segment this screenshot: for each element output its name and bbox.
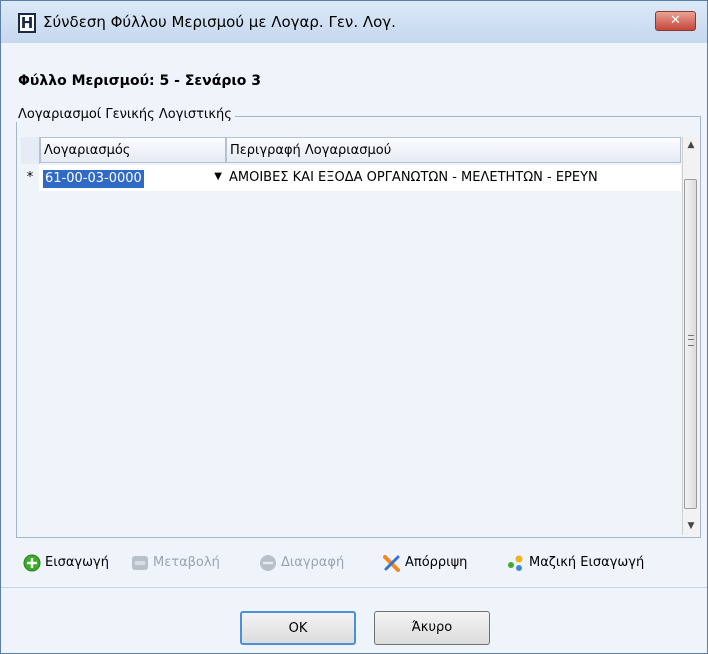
bulk-insert-label: Μαζική Εισαγωγή [529,555,645,570]
row-header-corner [21,137,40,164]
discard-label: Απόρριψη [405,555,468,570]
column-header-description[interactable]: Περιγραφή Λογαριασμού [226,137,681,163]
chevron-down-icon[interactable]: ▼ [214,171,222,182]
minus-circle-icon [260,555,276,571]
accounts-group-label: Λογαριασμοί Γενικής Λογιστικής [15,107,235,122]
grid-header: Λογαριασμός Περιγραφή Λογαριασμού [21,137,681,164]
scroll-grip-icon [688,335,694,346]
modify-label: Μεταβολή [153,555,220,570]
plus-circle-icon [23,554,41,572]
bulk-insert-icon [508,555,523,571]
page-heading: Φύλλο Μερισμού: 5 - Σενάριο 3 [18,73,262,89]
accounts-grid[interactable]: Λογαριασμός Περιγραφή Λογαριασμού * 61-0… [21,137,681,535]
ok-button[interactable]: OK [240,611,356,645]
app-icon: H [18,13,36,33]
delete-label: Διαγραφή [281,555,345,570]
cancel-button[interactable]: Άκυρο [374,611,490,645]
account-cell[interactable]: 61-00-03-0000 ▼ [40,165,226,191]
close-button[interactable]: ✕ [655,11,696,31]
column-header-account[interactable]: Λογαριασμός [40,137,226,163]
footer-divider [1,587,707,588]
description-cell[interactable]: ΑΜΟΙΒΕΣ ΚΑΙ ΕΞΟΔΑ ΟΡΓΑΝΩΤΩΝ - ΜΕΛΕΤΗΤΩΝ … [226,165,681,191]
edit-icon [132,556,148,570]
dialog-window: H Σύνδεση Φύλλου Μερισμού με Λογαρ. Γεν.… [0,0,708,654]
x-icon [383,555,400,572]
title-bar[interactable]: H Σύνδεση Φύλλου Μερισμού με Λογαρ. Γεν.… [1,1,707,43]
window-title: Σύνδεση Φύλλου Μερισμού με Λογαρ. Γεν. Λ… [43,13,396,31]
scroll-thumb[interactable] [684,179,697,509]
vertical-scrollbar[interactable]: ▲ ▼ [682,137,699,535]
scroll-up-arrow-icon[interactable]: ▲ [683,137,699,154]
table-row[interactable]: * 61-00-03-0000 ▼ ΑΜΟΙΒΕΣ ΚΑΙ ΕΞΟΔΑ ΟΡΓΑ… [21,165,681,191]
scroll-down-arrow-icon[interactable]: ▼ [683,518,699,535]
insert-label: Εισαγωγή [45,555,109,570]
new-row-indicator: * [21,165,39,191]
account-value[interactable]: 61-00-03-0000 [43,170,144,188]
